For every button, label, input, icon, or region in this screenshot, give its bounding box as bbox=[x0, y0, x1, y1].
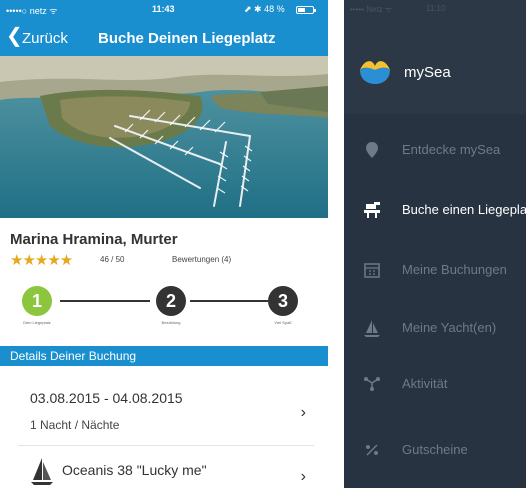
menu-header: mySea bbox=[344, 18, 526, 114]
step-3-label: Viel Spaß bbox=[274, 320, 292, 325]
carrier-signal: ••••• Netz ᯤ bbox=[350, 5, 393, 14]
yacht-name: Oceanis 38 "Lucky me" bbox=[62, 462, 207, 478]
activity-icon bbox=[362, 374, 382, 394]
menu-label: Aktivität bbox=[402, 376, 448, 391]
status-bar: •••••○ netz ᯤ 11:43 ⬈ ✱ 48 % bbox=[0, 0, 328, 20]
step-2-circle: 2 bbox=[156, 286, 186, 316]
status-indicators: ⬈ ✱ 48 % bbox=[244, 4, 285, 14]
back-button[interactable]: Zurück bbox=[22, 30, 68, 47]
section-header: Details Deiner Buchung bbox=[0, 346, 328, 366]
status-time: 11:10 bbox=[426, 4, 446, 13]
marina-photo bbox=[0, 56, 328, 218]
menu-label: Meine Yacht(en) bbox=[402, 320, 497, 335]
calendar-icon bbox=[362, 260, 382, 280]
booking-nights: 1 Nacht / Nächte bbox=[30, 418, 120, 432]
menu-item-gutscheine[interactable]: Gutscheine bbox=[344, 430, 526, 470]
percent-icon bbox=[362, 440, 382, 460]
status-time: 11:43 bbox=[152, 4, 175, 14]
sailboat-icon bbox=[362, 318, 382, 338]
dock-icon bbox=[362, 200, 382, 220]
sailboat-icon bbox=[30, 456, 54, 488]
menu-item-entdecke[interactable]: Entdecke mySea bbox=[344, 130, 526, 170]
menu-label: Entdecke mySea bbox=[402, 142, 501, 157]
menu-item-buche[interactable]: Buche einen Liegeplatz bbox=[344, 190, 526, 230]
chevron-right-icon: › bbox=[300, 404, 306, 421]
battery-icon bbox=[296, 6, 316, 14]
menu-label: Gutscheine bbox=[402, 442, 468, 457]
app-name: mySea bbox=[404, 64, 451, 81]
back-chevron-icon[interactable]: ❮ bbox=[6, 26, 23, 46]
rating-score: 46 / 50 bbox=[100, 255, 125, 264]
menu-item-aktivitaet[interactable]: Aktivität bbox=[344, 364, 526, 404]
page-title: Buche Deinen Liegeplatz bbox=[98, 30, 276, 47]
step-3-circle: 3 bbox=[268, 286, 298, 316]
battery-fill bbox=[298, 8, 305, 12]
booking-screen: •••••○ netz ᯤ 11:43 ⬈ ✱ 48 % ❮ Zurück Bu… bbox=[0, 0, 328, 488]
booking-dates: 03.08.2015 - 04.08.2015 bbox=[30, 390, 183, 406]
carrier-signal: •••••○ netz ᯤ bbox=[6, 6, 58, 16]
booking-dates-row[interactable]: 03.08.2015 - 04.08.2015 1 Nacht / Nächte… bbox=[18, 376, 314, 446]
side-menu-screen: ••••• Netz ᯤ 11:10 mySea Entdecke mySea … bbox=[344, 0, 526, 488]
menu-item-yachten[interactable]: Meine Yacht(en) bbox=[344, 308, 526, 348]
step-connector bbox=[60, 300, 150, 302]
step-1-label: Dein Liegeplatz bbox=[23, 320, 51, 325]
reviews-link[interactable]: Bewertungen (4) bbox=[172, 255, 231, 264]
yacht-row[interactable]: Oceanis 38 "Lucky me" › bbox=[18, 452, 314, 488]
status-bar: ••••• Netz ᯤ 11:10 bbox=[344, 0, 526, 18]
navigation-bar: ❮ Zurück Buche Deinen Liegeplatz bbox=[0, 20, 328, 56]
menu-item-buchungen[interactable]: Meine Buchungen bbox=[344, 250, 526, 290]
chevron-right-icon: › bbox=[300, 468, 306, 485]
step-2-label: Bezahlung bbox=[161, 320, 181, 325]
star-rating: ★★★★★ bbox=[10, 252, 73, 269]
menu-label: Buche einen Liegeplatz bbox=[402, 202, 526, 217]
step-connector bbox=[190, 300, 268, 302]
step-1-circle: 1 bbox=[22, 286, 52, 316]
map-pin-icon bbox=[362, 140, 382, 160]
booking-steps: 1 2 3 Dein Liegeplatz Bezahlung Viel Spa… bbox=[0, 280, 328, 342]
mysea-logo-icon bbox=[358, 56, 392, 91]
marina-name: Marina Hramina, Murter bbox=[10, 231, 178, 248]
menu-label: Meine Buchungen bbox=[402, 262, 507, 277]
